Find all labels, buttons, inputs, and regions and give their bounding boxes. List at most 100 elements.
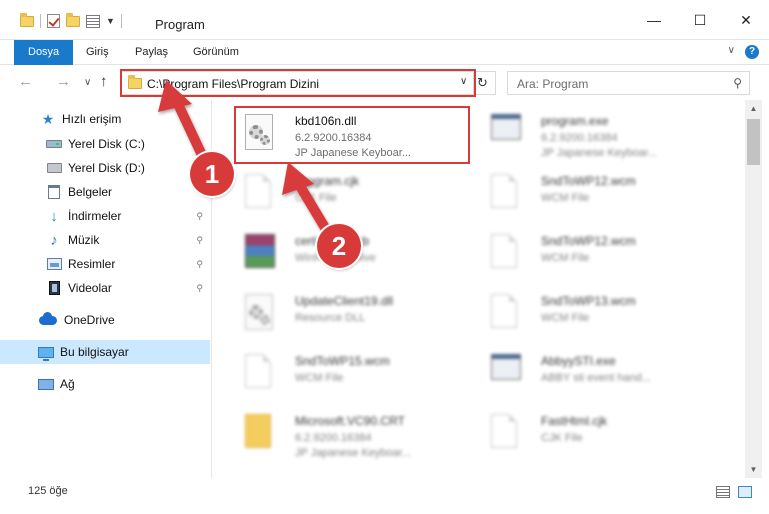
title-bar: ▼ Program — ☐ ✕ — [0, 0, 769, 40]
file-name: AbbyySTI.exe — [541, 354, 616, 368]
downloads-icon: ↓ — [50, 207, 58, 225]
generic-file-icon — [491, 414, 517, 448]
ribbon-tabs: Dosya Giriş Paylaş Görünüm ∨ ? — [0, 40, 769, 65]
file-item[interactable]: Program.cjk CJK File — [223, 164, 453, 220]
music-icon: ♪ — [50, 231, 58, 249]
manifest-file-icon — [245, 414, 271, 448]
up-button[interactable]: ↑ — [100, 73, 108, 90]
file-details: 6.2.9200.16384 JP Japanese Keyboar... — [295, 432, 411, 459]
sidebar-item-label: Bu bilgisayar — [60, 345, 129, 359]
properties-icon[interactable] — [86, 14, 100, 28]
videos-icon — [48, 281, 60, 295]
archive-icon — [245, 234, 275, 268]
sidebar-item-documents[interactable]: Belgeler — [0, 180, 210, 204]
search-icon[interactable]: ⚲ — [733, 76, 742, 90]
sidebar-item-pictures[interactable]: Resimler ⚲ — [0, 252, 210, 276]
sidebar-item-downloads[interactable]: ↓ İndirmeler ⚲ — [0, 204, 210, 228]
sidebar-item-videos[interactable]: Videolar ⚲ — [0, 276, 210, 300]
pin-icon[interactable]: ⚲ — [196, 211, 203, 222]
sidebar-item-label: Müzik — [68, 233, 100, 247]
customize-toolbar-dropdown-icon[interactable]: ▼ — [106, 16, 115, 26]
file-item[interactable]: SndToWP13.wcm WCM File — [469, 284, 699, 340]
minimize-button[interactable]: — — [631, 0, 677, 40]
quick-access-toolbar: ▼ — [20, 12, 122, 28]
tiles-view-icon[interactable] — [738, 486, 752, 498]
file-name: SndToWP15.wcm — [295, 354, 390, 368]
file-name: UpdateClient19.dll — [295, 294, 394, 308]
sidebar-item-label: Videolar — [68, 281, 112, 295]
forward-button[interactable]: → — [56, 73, 71, 90]
sidebar-item-label: Yerel Disk (D:) — [68, 161, 145, 175]
sidebar-item-network[interactable]: Ağ — [0, 372, 210, 396]
properties-check-icon[interactable] — [47, 14, 60, 28]
sidebar-item-local-disk-d[interactable]: Yerel Disk (D:) — [0, 156, 210, 180]
drive-icon — [46, 163, 62, 173]
search-box[interactable]: Ara: Program ⚲ — [507, 71, 750, 95]
sidebar-item-quick-access[interactable]: ★ Hızlı erişim — [0, 107, 210, 131]
generic-file-icon — [491, 294, 517, 328]
pin-icon[interactable]: ⚲ — [196, 235, 203, 246]
ribbon-expand-icon[interactable]: ∨ — [728, 45, 735, 56]
back-button[interactable]: ← — [18, 73, 33, 90]
navigation-bar: ← → ∨ ↑ C:\Program Files\Program Dizini … — [0, 66, 769, 100]
file-item[interactable]: SndToWP15.wcm WCM File — [223, 344, 453, 400]
onedrive-icon — [39, 311, 57, 325]
item-count: 125 öğe — [28, 485, 68, 497]
sidebar-item-onedrive[interactable]: OneDrive — [0, 308, 210, 332]
pin-icon[interactable]: ⚲ — [196, 259, 203, 270]
file-details: 6.2.9200.16384 JP Japanese Keyboar... — [541, 132, 657, 159]
file-name: SndToWP13.wcm — [541, 294, 636, 308]
file-item[interactable]: program.exe 6.2.9200.16384 JP Japanese Ke… — [469, 104, 699, 160]
address-highlight-box — [120, 69, 476, 97]
tab-giris[interactable]: Giriş — [86, 40, 109, 65]
search-input[interactable]: Ara: Program — [517, 77, 588, 91]
sidebar-item-this-pc[interactable]: Bu bilgisayar — [0, 340, 210, 364]
network-icon — [38, 378, 54, 390]
file-details: Resource DLL — [295, 312, 366, 324]
sidebar-item-label: İndirmeler — [68, 209, 122, 223]
file-item[interactable]: AbbyySTI.exe ABBY sti event hand... — [469, 344, 699, 400]
tab-dosya[interactable]: Dosya — [14, 40, 74, 65]
documents-icon — [48, 185, 60, 199]
step-2-badge: 2 — [317, 224, 361, 268]
folder-icon[interactable] — [20, 12, 34, 27]
file-name: SndToWP12.wcm — [541, 234, 636, 248]
file-details: WCM File — [541, 192, 590, 204]
status-bar: 125 öğe — [0, 478, 769, 514]
sidebar-item-local-disk-c[interactable]: Yerel Disk (C:) — [0, 132, 210, 156]
file-item[interactable]: SndToWP12.wcm WCM File — [469, 224, 699, 280]
sidebar-item-label: Yerel Disk (C:) — [68, 137, 145, 151]
pictures-icon — [46, 258, 62, 270]
recent-locations-dropdown[interactable]: ∨ — [84, 77, 91, 88]
scrollbar-thumb[interactable] — [747, 119, 760, 165]
generic-file-icon — [491, 174, 517, 208]
scroll-up-icon[interactable]: ▲ — [745, 100, 762, 117]
file-name: Program.cjk — [295, 174, 360, 188]
file-item[interactable]: UpdateClient19.dll Resource DLL — [223, 284, 453, 340]
file-item[interactable]: SndToWP12.wcm WCM File — [469, 164, 699, 220]
file-item[interactable]: FastHtml.cjk CJK File — [469, 404, 699, 460]
file-name: program.exe — [541, 114, 609, 128]
maximize-button[interactable]: ☐ — [677, 0, 723, 40]
vertical-scrollbar[interactable]: ▲ ▼ — [745, 100, 762, 478]
details-view-icon[interactable] — [716, 486, 730, 498]
sidebar-item-label: Belgeler — [68, 185, 113, 199]
scroll-down-icon[interactable]: ▼ — [745, 461, 762, 478]
window-title: Program — [155, 17, 205, 32]
tab-gorunum[interactable]: Görünüm — [193, 40, 239, 65]
file-name: FastHtml.cjk — [541, 414, 607, 428]
exe-file-icon — [491, 114, 521, 140]
help-icon[interactable]: ? — [745, 45, 759, 59]
generic-file-icon — [491, 234, 517, 268]
navigation-pane: ★ Hızlı erişim Yerel Disk (C:) Yerel Dis… — [0, 100, 212, 478]
star-icon: ★ — [41, 110, 55, 127]
pin-icon[interactable]: ⚲ — [196, 283, 203, 294]
tab-paylas[interactable]: Paylaş — [135, 40, 168, 65]
close-button[interactable]: ✕ — [723, 0, 769, 40]
file-item[interactable]: Microsoft.VC90.CRT 6.2.9200.16384 JP Japa… — [223, 404, 453, 460]
sidebar-item-music[interactable]: ♪ Müzik ⚲ — [0, 228, 210, 252]
refresh-icon[interactable]: ↻ — [477, 75, 488, 91]
file-name: SndToWP12.wcm — [541, 174, 636, 188]
new-folder-icon[interactable] — [66, 12, 80, 27]
toolbar-separator — [40, 14, 41, 28]
